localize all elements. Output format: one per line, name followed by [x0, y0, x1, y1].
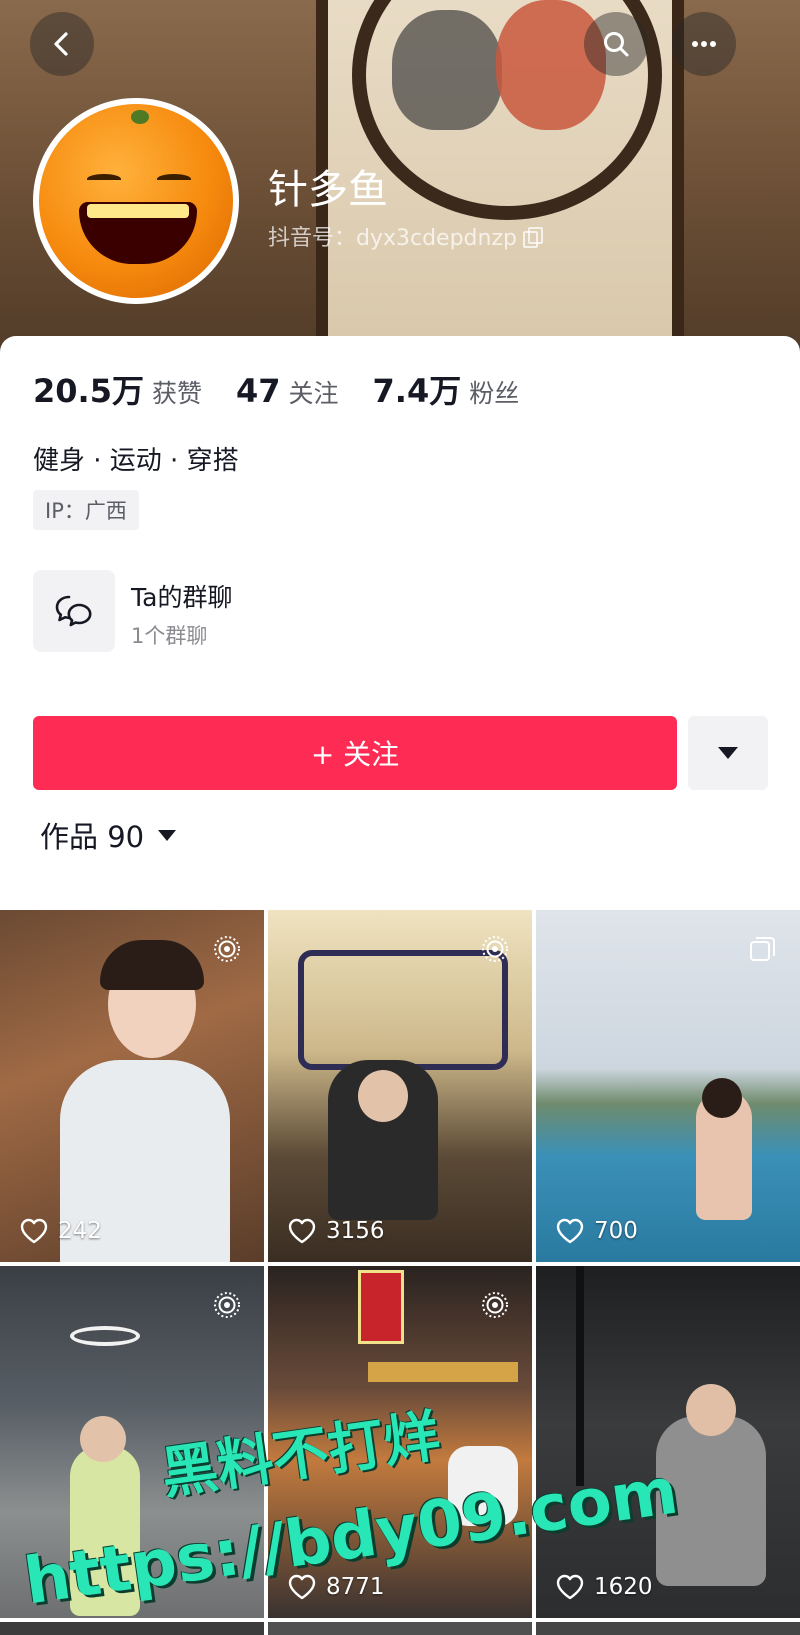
stat-value: 47 — [235, 372, 281, 410]
video-tile[interactable]: 1620 — [536, 1266, 800, 1618]
more-dots-icon — [692, 41, 716, 47]
tab-works-label: 作品 90 — [40, 820, 145, 854]
avatar-image — [39, 104, 233, 298]
douyin-id-text: 抖音号：dyx3cdepdnzp — [268, 226, 517, 251]
chat-bubbles-icon — [55, 595, 92, 627]
profile-info-card: 20.5万 获赞 47 关注 7.4万 粉丝 健身 · 运动 · 穿搭 IP：广… — [0, 336, 800, 876]
stat-value: 20.5万 — [33, 372, 144, 410]
like-count-value: 8771 — [326, 1574, 385, 1600]
like-count: 242 — [20, 1218, 102, 1244]
like-count-value: 242 — [58, 1218, 102, 1244]
stat-label: 获赞 — [151, 379, 202, 408]
more-button[interactable] — [672, 12, 736, 76]
bio-text: 健身 · 运动 · 穿搭 — [33, 446, 239, 476]
heart-icon — [556, 1574, 584, 1600]
cover-artwork-figure — [392, 10, 502, 130]
live-photo-icon — [214, 1292, 240, 1318]
user-name: 针多鱼 — [268, 167, 388, 213]
heart-icon — [556, 1218, 584, 1244]
caret-down-icon — [718, 747, 738, 759]
like-count-value: 1620 — [594, 1574, 653, 1600]
caret-down-icon — [158, 829, 177, 841]
like-count-value: 700 — [594, 1218, 638, 1244]
live-photo-icon — [482, 1292, 508, 1318]
video-tile[interactable]: 700 — [536, 910, 800, 1262]
video-tile[interactable] — [268, 1622, 532, 1635]
stat-following[interactable]: 47 关注 — [236, 372, 339, 410]
video-tile[interactable] — [536, 1622, 800, 1635]
heart-icon — [20, 1218, 48, 1244]
multi-image-icon — [750, 937, 775, 961]
follow-button[interactable]: + 关注 — [33, 716, 677, 790]
group-chat-count: 1个群聊 — [131, 624, 208, 648]
group-chat-entry[interactable] — [33, 570, 115, 652]
live-photo-icon — [214, 936, 240, 962]
ip-location-tag: IP：广西 — [33, 490, 139, 530]
like-count-value: 3156 — [326, 1218, 385, 1244]
tab-works[interactable]: 作品 90 — [40, 814, 177, 856]
video-tile[interactable]: 3156 — [268, 910, 532, 1262]
stat-likes[interactable]: 20.5万 获赞 — [33, 366, 202, 412]
like-count: 700 — [556, 1218, 638, 1244]
stat-label: 关注 — [288, 379, 339, 408]
like-count: 1620 — [556, 1574, 653, 1600]
group-chat-title[interactable]: Ta的群聊 — [131, 578, 232, 614]
stat-followers[interactable]: 7.4万 粉丝 — [373, 366, 520, 412]
douyin-id[interactable]: 抖音号：dyx3cdepdnzp — [268, 220, 543, 252]
stat-value: 7.4万 — [372, 372, 462, 410]
video-tile[interactable] — [0, 1622, 264, 1635]
search-icon — [604, 32, 629, 57]
heart-icon — [288, 1218, 316, 1244]
copy-icon[interactable] — [522, 227, 543, 248]
back-button[interactable] — [30, 12, 94, 76]
recommend-dropdown-button[interactable] — [688, 716, 768, 790]
cover-artwork-figure — [496, 0, 606, 130]
stats-row: 20.5万 获赞 47 关注 7.4万 粉丝 — [33, 366, 553, 412]
avatar[interactable] — [33, 98, 239, 304]
live-photo-icon — [482, 936, 508, 962]
stat-label: 粉丝 — [469, 379, 520, 408]
search-button[interactable] — [584, 12, 648, 76]
like-count: 3156 — [288, 1218, 385, 1244]
chevron-left-icon — [54, 32, 68, 56]
video-tile[interactable]: 242 — [0, 910, 264, 1262]
